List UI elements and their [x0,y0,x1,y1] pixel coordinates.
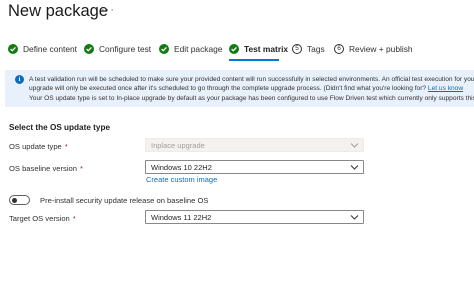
step-configure-test[interactable]: Configure test [84,42,151,56]
info-text: A test validation run will be scheduled … [29,75,474,103]
info-banner: i A test validation run will be schedule… [5,70,474,107]
step-edit-package[interactable]: Edit package [159,42,222,56]
step-label: Review + publish [349,44,413,54]
chevron-down-icon [350,143,359,148]
os-baseline-version-label: OS baseline version * [9,164,83,173]
check-circle-icon [159,44,169,54]
step-label: Test matrix [244,44,289,54]
required-marker: * [64,142,68,151]
check-circle-icon [8,44,18,54]
os-update-type-dropdown[interactable]: Inplace upgrade [145,138,364,152]
toggle-knob [12,198,17,203]
let-us-know-link[interactable]: Let us know [428,85,463,92]
info-line: upgrade will only be executed once after… [29,84,474,93]
label-text: OS update type [9,142,62,151]
chevron-down-icon [350,165,359,170]
pre-install-security-toggle[interactable] [9,195,30,205]
info-icon: i [15,75,24,84]
os-baseline-version-dropdown[interactable]: Windows 10 22H2 [145,160,364,174]
label-text: Target OS version [9,214,70,223]
dropdown-value: Inplace upgrade [151,141,205,150]
step-number-badge: 5 [292,44,302,54]
info-line-text: upgrade will only be executed once after… [29,85,428,93]
required-marker: * [79,164,83,173]
dropdown-value: Windows 10 22H2 [151,163,212,172]
required-marker: * [72,214,76,223]
chevron-down-icon [350,215,359,220]
step-define-content[interactable]: Define content [8,42,77,56]
toggle-label: Pre-install security update release on b… [40,196,209,205]
check-circle-icon [84,44,94,54]
step-label: Tags [307,44,325,54]
check-circle-icon [229,44,239,54]
os-update-type-label: OS update type * [9,142,68,151]
create-custom-image-link[interactable]: Create custom image [146,175,217,184]
step-label: Edit package [174,44,223,54]
info-line: Your OS update type is set to In-place u… [29,94,474,102]
target-os-version-label: Target OS version * [9,214,76,223]
page-title: New package [8,2,108,20]
active-step-indicator [229,59,279,61]
step-label: Define content [23,44,78,54]
target-os-version-dropdown[interactable]: Windows 11 22H2 [145,210,364,224]
more-options-button[interactable]: ··· [101,4,115,16]
section-title: Select the OS update type [9,123,111,132]
label-text: OS baseline version [9,164,77,173]
step-tags[interactable]: 5 Tags [292,42,325,56]
step-label: Configure test [99,44,152,54]
dropdown-value: Windows 11 22H2 [151,213,212,222]
step-test-matrix[interactable]: Test matrix [229,42,288,56]
step-review-publish[interactable]: 6 Review + publish [334,42,413,56]
info-line: A test validation run will be scheduled … [29,76,474,83]
step-number-badge: 6 [334,44,344,54]
